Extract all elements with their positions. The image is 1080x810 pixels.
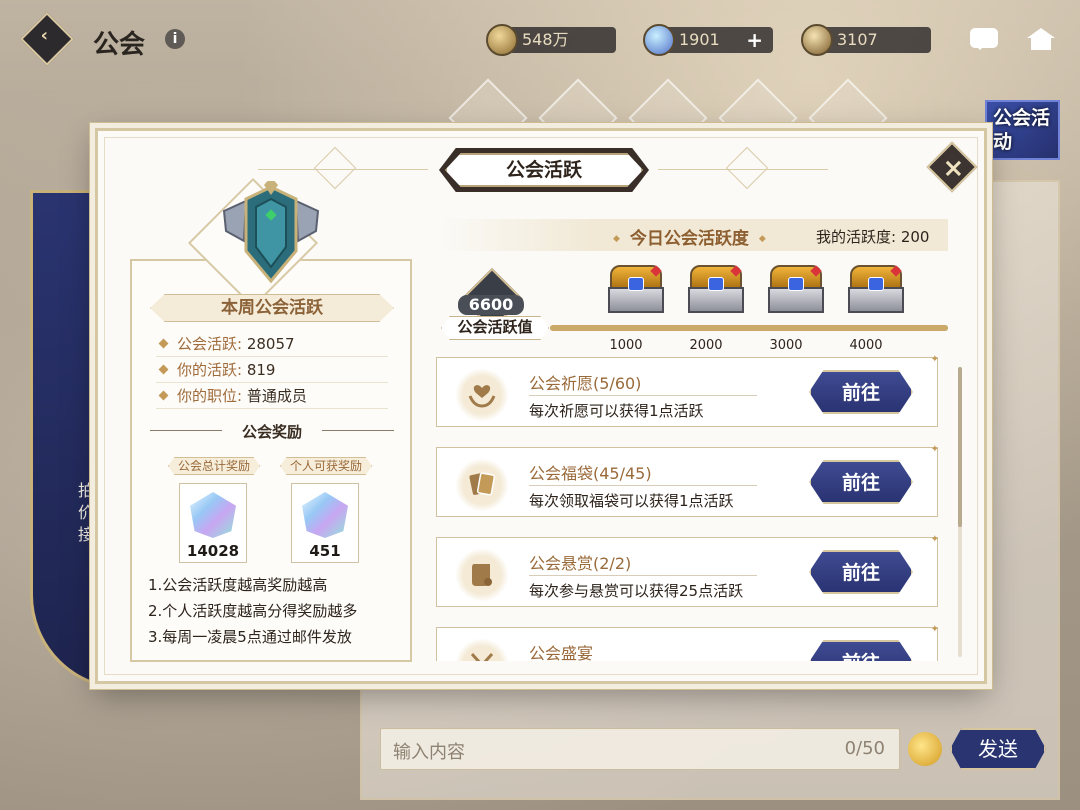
background-tabs	[440, 78, 900, 158]
rule-line: 2.个人活跃度越高分得奖励越多	[148, 602, 358, 620]
close-icon: ×	[942, 153, 965, 184]
stat-label: 公会活跃:	[177, 335, 243, 353]
chat-placeholder: 输入内容	[393, 742, 465, 763]
send-button[interactable]: 发送	[950, 728, 1046, 770]
gem-icon	[643, 24, 675, 56]
emoji-icon[interactable]	[908, 732, 942, 766]
task-item-feast: ✦ 公会盛宴 前往	[436, 624, 939, 661]
close-button[interactable]: ×	[926, 141, 978, 193]
stat-your-activity: 你的活跃: 819	[156, 357, 388, 383]
currency-guild-coin: 3107	[801, 24, 931, 56]
weekly-activity-title: 本周公会活跃	[150, 294, 394, 322]
activity-progress-bar	[550, 325, 948, 331]
my-activity: 我的活跃度: 200	[816, 228, 930, 246]
stat-label: 你的职位:	[177, 387, 243, 405]
currency-guild-coin-value: 3107	[837, 30, 878, 49]
top-bar: ‹ 公会 i 548万 1901 + 3107	[0, 0, 1080, 80]
cards-icon	[455, 458, 509, 512]
rule-line: 3.每周一凌晨5点通过邮件发放	[148, 628, 352, 646]
stat-guild-activity: 公会活跃: 28057	[156, 331, 388, 357]
chest-reward-1000[interactable]	[604, 259, 668, 317]
stat-value: 28057	[246, 335, 295, 353]
task-desc: 每次领取福袋可以获得1点活跃	[529, 492, 734, 510]
task-item-bounty: ✦ 公会悬赏(2/2) 每次参与悬赏可以获得25点活跃 前往	[436, 534, 939, 607]
stat-value: 819	[246, 361, 276, 379]
chest-reward-4000[interactable]	[844, 259, 908, 317]
milestone-label: 4000	[849, 338, 883, 353]
chest-reward-3000[interactable]	[764, 259, 828, 317]
modal-title: 公会活跃	[445, 153, 643, 187]
milestone-label: 1000	[609, 338, 643, 353]
task-item-wish: ✦ 公会祈愿(5/60) 每次祈愿可以获得1点活跃 前往	[436, 355, 939, 427]
go-button[interactable]: 前往	[809, 370, 913, 414]
rewards-heading: 公会奖励	[150, 421, 394, 442]
stat-label: 你的活跃:	[177, 361, 243, 379]
guild-emblem-icon	[222, 181, 320, 284]
task-name: 公会祈愿(5/60)	[529, 374, 642, 393]
chat-counter: 0/50	[844, 738, 885, 759]
crystal-icon	[190, 492, 236, 538]
task-item-lucky-bag: ✦ 公会福袋(45/45) 每次领取福袋可以获得1点活跃 前往	[436, 444, 939, 517]
chat-input[interactable]: 输入内容 0/50	[380, 728, 900, 770]
currency-gem: 1901 +	[643, 24, 773, 56]
reward-item-personal[interactable]: 451	[291, 483, 359, 563]
gold-coin-icon	[486, 24, 518, 56]
guild-event-badge: 公会活动	[985, 100, 1060, 160]
progress-fill	[550, 325, 948, 331]
reward-tag-total: 公会总计奖励	[168, 457, 260, 475]
fork-knife-icon	[455, 638, 509, 661]
guild-coin-icon	[801, 24, 833, 56]
home-icon[interactable]	[1027, 28, 1055, 50]
stat-your-position: 你的职位: 普通成员	[156, 383, 388, 409]
page-title: 公会	[93, 30, 146, 60]
title-ornament	[725, 146, 769, 190]
heart-hands-icon	[455, 368, 509, 422]
task-list: ✦ 公会祈愿(5/60) 每次祈愿可以获得1点活跃 前往 ✦ 公会福袋(45/4…	[436, 355, 942, 661]
milestone-label: 3000	[769, 338, 803, 353]
guild-activity-modal: 公会活跃 × 本周公会活跃 公会活跃: 28057 你的活跃: 819 你的职位…	[95, 128, 987, 684]
reward-tag-personal: 个人可获奖励	[280, 457, 372, 475]
crystal-icon	[302, 492, 348, 538]
scrollbar-thumb[interactable]	[958, 367, 962, 527]
go-button[interactable]: 前往	[809, 460, 913, 504]
chat-icon[interactable]	[970, 28, 998, 50]
reward-item-total[interactable]: 14028	[179, 483, 247, 563]
currency-gem-value: 1901	[679, 30, 720, 49]
guild-event-label: 公会活动	[993, 107, 1051, 153]
milestone-label: 2000	[689, 338, 723, 353]
go-button[interactable]: 前往	[809, 550, 913, 594]
scroll-icon	[455, 548, 509, 602]
currency-gold: 548万	[486, 24, 616, 56]
stat-value: 普通成员	[246, 387, 307, 405]
rule-line: 1.公会活跃度越高奖励越高	[148, 576, 328, 594]
reward-qty: 14028	[186, 542, 240, 560]
total-activity-value: 6600	[458, 295, 524, 315]
chest-reward-2000[interactable]	[684, 259, 748, 317]
task-desc: 每次祈愿可以获得1点活跃	[529, 402, 704, 420]
info-icon[interactable]: i	[165, 29, 185, 49]
task-name: 公会盛宴	[529, 644, 594, 661]
today-activity-title: 今日公会活跃度	[603, 224, 776, 249]
back-arrow-icon: ‹	[40, 25, 49, 47]
reward-qty: 451	[309, 542, 341, 560]
task-list-scrollbar[interactable]	[958, 367, 962, 657]
add-gem-button[interactable]: +	[746, 27, 763, 53]
go-button[interactable]: 前往	[809, 640, 913, 661]
currency-gold-value: 548万	[522, 30, 569, 49]
task-name: 公会福袋(45/45)	[529, 464, 652, 483]
progress-label: 公会活跃值	[441, 316, 549, 340]
back-button[interactable]: ‹	[20, 12, 74, 66]
task-name: 公会悬赏(2/2)	[529, 554, 632, 573]
task-desc: 每次参与悬赏可以获得25点活跃	[529, 582, 744, 600]
